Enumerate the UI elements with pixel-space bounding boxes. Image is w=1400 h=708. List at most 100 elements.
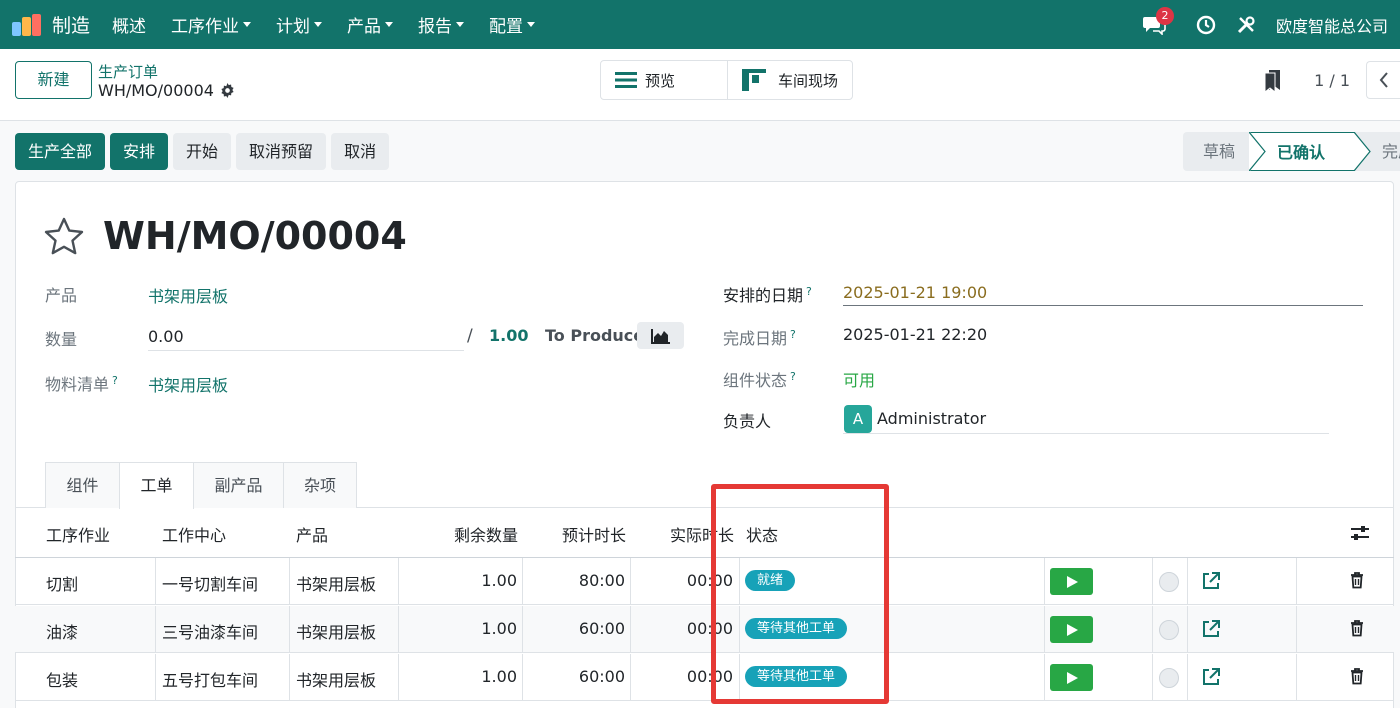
end-date-value: 2025-01-21 22:20 [843,325,988,344]
company-switcher[interactable]: 欧度智能总公司 [1276,13,1388,37]
messages-count-badge: 2 [1155,6,1174,25]
component-status-value: 可用 [843,371,876,390]
caret-down-icon [314,22,323,27]
menu-reporting[interactable]: 报告 [418,12,465,37]
tab-work-orders[interactable]: 工单 [119,462,194,509]
workorder-toggle[interactable] [1159,620,1179,640]
cell-real-duration: 00:00 [686,667,733,686]
trash-icon[interactable] [1350,667,1364,685]
to-produce-label: To Produce [545,326,645,345]
workorder-toggle[interactable] [1159,572,1179,592]
responsible-input[interactable]: Administrator [877,409,986,428]
cancel-button[interactable]: 取消 [331,133,390,170]
app-name: 制造 [52,15,91,37]
preview-view-button[interactable]: 预览 [601,61,727,99]
column-header-workcenter[interactable]: 工作中心 [162,522,226,546]
tab-miscellaneous[interactable]: 杂项 [283,462,357,508]
start-workorder-button[interactable] [1050,616,1093,643]
status-badge: 就绪 [745,570,796,591]
help-icon: ? [806,284,812,298]
top-navbar: 制造 概述 工序作业 计划 产品 报告 配置 2 欧度智能总公司 [0,0,1400,49]
column-header-operation[interactable]: 工序作业 [46,522,110,546]
product-label: 产品 [45,286,78,305]
column-header-product[interactable]: 产品 [296,522,328,546]
navbar-systray: 2 欧度智能总公司 [1142,0,1388,49]
pager-previous-button[interactable] [1366,61,1400,99]
activities-button[interactable] [1196,15,1216,35]
play-icon [1066,623,1078,636]
responsible-label: 负责人 [723,412,772,431]
help-icon: ? [790,327,796,341]
quantity-input[interactable]: 0.00 [148,327,184,346]
end-date-label: 完成日期? [723,327,796,348]
star-icon[interactable] [44,217,84,255]
tab-by-products[interactable]: 副产品 [193,462,284,508]
main-menu: 概述 工序作业 计划 产品 报告 配置 [112,12,560,37]
column-header-remaining-qty[interactable]: 剩余数量 [418,522,518,546]
responsible-underline [843,433,1329,434]
start-workorder-button[interactable] [1050,664,1093,691]
plan-button[interactable]: 安排 [110,133,169,170]
stage-arrow-icon [1249,132,1266,171]
debug-tools-button[interactable] [1236,15,1256,35]
new-button[interactable]: 新建 [15,61,92,99]
menu-overview[interactable]: 概述 [112,12,146,37]
column-header-real-duration[interactable]: 实际时长 [634,522,734,546]
cell-product: 书架用层板 [296,671,377,690]
shopfloor-icon [741,69,766,91]
cell-workcenter: 五号打包车间 [162,671,259,690]
external-link-icon[interactable] [1201,619,1221,639]
start-workorder-button[interactable] [1050,568,1093,595]
form-actions: 生产全部 安排 开始 取消预留 取消 [15,133,394,170]
table-row[interactable]: 包装 五号打包车间 书架用层板 1.00 60:00 00:00 等待其他工单 [15,654,1394,701]
caret-down-icon [243,22,252,27]
control-panel: 新建 生产订单 WH/MO/00004 预览 车间现场 1 / 1 [0,49,1400,121]
tools-icon [1237,15,1255,33]
gear-icon[interactable] [220,83,235,98]
unreserve-button[interactable]: 取消预留 [236,133,327,170]
workorder-toggle[interactable] [1159,668,1179,688]
stage-draft[interactable]: 草稿 [1183,132,1249,171]
column-header-expected-duration[interactable]: 预计时长 [526,522,626,546]
table-row[interactable]: 油漆 三号油漆车间 书架用层板 1.00 60:00 00:00 等待其他工单 [15,606,1394,653]
optional-columns-icon[interactable] [1350,524,1370,542]
status-badge: 等待其他工单 [745,618,848,639]
caret-down-icon [385,22,394,27]
cell-expected-duration: 80:00 [578,571,625,590]
menu-operations[interactable]: 工序作业 [171,12,252,37]
cell-expected-duration: 60:00 [578,667,625,686]
pager-value[interactable]: 1 / 1 [1314,71,1350,90]
component-status-label: 组件状态? [723,369,796,390]
record-title: WH/MO/00004 [103,214,407,258]
product-field[interactable]: 书架用层板 [148,283,228,307]
messages-button[interactable]: 2 [1142,6,1174,36]
shopfloor-view-button[interactable]: 车间现场 [726,61,852,99]
forecast-report-button[interactable] [637,322,684,349]
play-icon [1066,671,1078,684]
quantity-separator: / [467,326,473,346]
app-brand[interactable]: 制造 [12,11,112,38]
table-row[interactable]: 切割 一号切割车间 书架用层板 1.00 80:00 00:00 就绪 [15,558,1394,605]
cell-workcenter: 三号油漆车间 [162,623,259,642]
bom-field[interactable]: 书架用层板 [148,372,228,396]
bookmark-button[interactable] [1264,70,1282,96]
cell-real-duration: 00:00 [686,571,733,590]
produce-all-button[interactable]: 生产全部 [15,133,106,170]
menu-planning[interactable]: 计划 [276,12,323,37]
stage-arrow-icon [1354,132,1371,171]
breadcrumb-parent[interactable]: 生产订单 [98,61,158,82]
tab-components[interactable]: 组件 [45,462,120,508]
view-switcher: 预览 车间现场 [600,60,853,100]
trash-icon[interactable] [1350,571,1364,589]
cell-product: 书架用层板 [296,623,377,642]
scheduled-date-input[interactable]: 2025-01-21 19:00 [843,283,987,302]
column-header-status[interactable]: 状态 [746,522,778,546]
cell-workcenter: 一号切割车间 [162,575,259,594]
trash-icon[interactable] [1350,619,1364,637]
start-button[interactable]: 开始 [173,133,232,170]
external-link-icon[interactable] [1201,667,1221,687]
menu-products[interactable]: 产品 [347,12,394,37]
chevron-left-icon [1379,72,1388,88]
menu-configuration[interactable]: 配置 [489,12,536,37]
external-link-icon[interactable] [1201,571,1221,591]
